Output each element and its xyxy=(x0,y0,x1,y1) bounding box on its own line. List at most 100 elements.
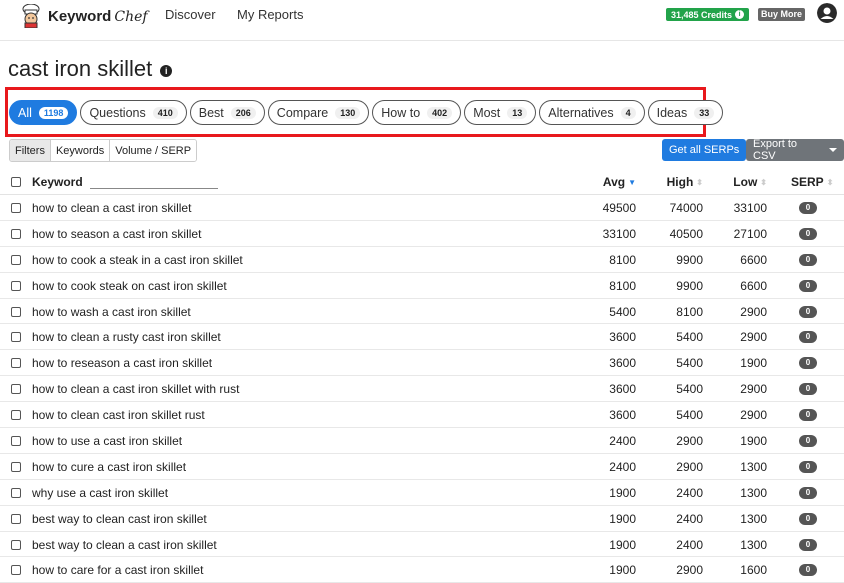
keywords-filter-button[interactable]: Keywords xyxy=(50,140,111,161)
low-column-header[interactable]: Low ⬍ xyxy=(733,175,767,189)
row-checkbox[interactable] xyxy=(11,254,21,265)
avg-cell: 33100 xyxy=(602,226,636,241)
nav-my-reports[interactable]: My Reports xyxy=(237,7,303,22)
serp-badge[interactable]: 0 xyxy=(799,409,817,422)
serp-badge[interactable]: 0 xyxy=(799,331,817,344)
serp-badge[interactable]: 0 xyxy=(799,460,817,473)
table-row[interactable]: why use a cast iron skillet 1900 2400 1300 0 xyxy=(0,480,844,506)
user-avatar-icon[interactable] xyxy=(817,3,837,23)
sort-icon: ⬍ xyxy=(760,177,767,187)
row-checkbox[interactable] xyxy=(11,228,21,239)
row-checkbox[interactable] xyxy=(11,306,21,317)
serp-badge[interactable]: 0 xyxy=(799,564,817,577)
row-checkbox[interactable] xyxy=(11,436,21,447)
row-checkbox[interactable] xyxy=(11,332,21,343)
keyword-cell[interactable]: how to clean a cast iron skillet xyxy=(32,201,191,215)
row-checkbox[interactable] xyxy=(11,461,21,472)
nav-discover[interactable]: Discover xyxy=(165,7,216,22)
row-checkbox[interactable] xyxy=(11,280,21,291)
table-row[interactable]: how to cook a steak in a cast iron skill… xyxy=(0,247,844,273)
low-cell: 1300 xyxy=(740,485,767,500)
info-icon[interactable]: i xyxy=(160,65,173,77)
get-all-serps-button[interactable]: Get all SERPs xyxy=(662,139,747,161)
table-row[interactable]: how to clean a rusty cast iron skillet 36… xyxy=(0,324,844,351)
export-csv-button[interactable]: Export to CSV xyxy=(746,138,844,162)
keyword-cell[interactable]: best way to clean a cast iron skillet xyxy=(32,538,217,552)
serp-badge[interactable]: 0 xyxy=(799,357,817,370)
serp-badge[interactable]: 0 xyxy=(799,435,817,448)
serp-column-header[interactable]: SERP ⬍ xyxy=(791,175,833,189)
row-checkbox[interactable] xyxy=(11,565,21,576)
keyword-cell[interactable]: how to cure a cast iron skillet xyxy=(32,460,186,474)
tab-best[interactable]: Best 206 xyxy=(189,100,265,125)
tab-label: How to xyxy=(381,105,421,120)
row-checkbox[interactable] xyxy=(11,384,21,395)
table-row[interactable]: how to cook steak on cast iron skillet 81… xyxy=(0,273,844,299)
high-cell: 5400 xyxy=(676,356,703,371)
tab-alternatives[interactable]: Alternatives 4 xyxy=(539,100,645,125)
avg-cell: 8100 xyxy=(609,252,636,267)
row-checkbox[interactable] xyxy=(11,358,21,369)
table-row[interactable]: best way to clean cast iron skillet 1900 2… xyxy=(0,506,844,532)
filters-button[interactable]: Filters xyxy=(10,140,51,161)
row-checkbox[interactable] xyxy=(11,487,21,498)
serp-badge[interactable]: 0 xyxy=(799,202,817,214)
keyword-cell[interactable]: best way to clean cast iron skillet xyxy=(32,512,207,526)
tab-compare[interactable]: Compare 130 xyxy=(267,100,370,125)
avg-column-header[interactable]: Avg ▼ xyxy=(603,175,636,189)
tab-ideas[interactable]: Ideas 33 xyxy=(647,100,724,125)
tab-all[interactable]: All 1198 xyxy=(9,100,78,125)
keyword-cell[interactable]: how to reseason a cast iron skillet xyxy=(32,356,212,370)
row-checkbox[interactable] xyxy=(11,203,21,213)
table-row[interactable]: how to use a cast iron skillet 2400 2900 19… xyxy=(0,428,844,454)
keyword-cell[interactable]: how to clean a cast iron skillet with ru… xyxy=(32,382,239,396)
tab-most[interactable]: Most 13 xyxy=(464,100,537,125)
serp-badge[interactable]: 0 xyxy=(799,383,817,396)
keyword-column-header[interactable]: Keyword xyxy=(32,175,83,189)
keyword-cell[interactable]: how to wash a cast iron skillet xyxy=(32,305,191,319)
table-row[interactable]: how to clean cast iron skillet rust 3600 5… xyxy=(0,402,844,429)
avg-cell: 3600 xyxy=(609,382,636,397)
avg-cell: 8100 xyxy=(609,278,636,293)
avg-cell: 3600 xyxy=(609,356,636,371)
buy-more-button[interactable]: Buy More xyxy=(758,8,806,21)
volume-serp-filter-button[interactable]: Volume / SERP xyxy=(110,140,197,161)
serp-badge[interactable]: 0 xyxy=(799,486,817,499)
table-row[interactable]: how to cure a cast iron skillet 2400 2900 1… xyxy=(0,454,844,480)
serp-badge[interactable]: 0 xyxy=(799,279,817,292)
high-cell: 9900 xyxy=(676,252,703,267)
keyword-cell[interactable]: how to use a cast iron skillet xyxy=(32,434,182,448)
table-row[interactable]: how to clean a cast iron skillet 49500 740… xyxy=(0,195,844,221)
logo[interactable]: Keyword Chef xyxy=(20,4,148,28)
row-checkbox[interactable] xyxy=(11,410,21,421)
table-row[interactable]: how to season a cast iron skillet 33100 40… xyxy=(0,221,844,247)
avg-cell: 2400 xyxy=(609,434,636,449)
keyword-cell[interactable]: how to season a cast iron skillet xyxy=(32,227,201,241)
table-row[interactable]: how to care for a cast iron skillet 1900 2… xyxy=(0,557,844,583)
low-cell: 1900 xyxy=(740,356,767,371)
tab-count: 1198 xyxy=(38,106,69,119)
keyword-cell[interactable]: why use a cast iron skillet xyxy=(32,486,168,500)
keyword-cell[interactable]: how to cook steak on cast iron skillet xyxy=(32,279,227,293)
serp-badge[interactable]: 0 xyxy=(799,227,817,240)
tab-how-to[interactable]: How to 402 xyxy=(372,100,462,125)
row-checkbox[interactable] xyxy=(11,539,21,550)
keyword-cell[interactable]: how to clean cast iron skillet rust xyxy=(32,408,205,422)
row-checkbox[interactable] xyxy=(11,513,21,524)
credits-badge[interactable]: 31,485 Credits i xyxy=(666,8,750,21)
tab-questions[interactable]: Questions 410 xyxy=(80,100,187,125)
table-row[interactable]: best way to clean a cast iron skillet 190… xyxy=(0,532,844,558)
serp-badge[interactable]: 0 xyxy=(799,538,817,551)
serp-badge[interactable]: 0 xyxy=(799,305,817,318)
select-all-checkbox[interactable] xyxy=(11,177,21,187)
keyword-filter-input[interactable] xyxy=(90,188,218,189)
high-column-header[interactable]: High ⬍ xyxy=(667,175,703,189)
keyword-cell[interactable]: how to clean a rusty cast iron skillet xyxy=(32,330,221,344)
keyword-cell[interactable]: how to cook a steak in a cast iron skill… xyxy=(32,253,243,267)
table-row[interactable]: how to clean a cast iron skillet with ru… xyxy=(0,376,844,403)
tab-label: All xyxy=(18,105,32,120)
serp-badge[interactable]: 0 xyxy=(799,253,817,266)
table-row[interactable]: how to reseason a cast iron skillet 3600 5… xyxy=(0,350,844,377)
table-row[interactable]: how to wash a cast iron skillet 5400 8100 2… xyxy=(0,299,844,325)
serp-badge[interactable]: 0 xyxy=(799,512,817,525)
